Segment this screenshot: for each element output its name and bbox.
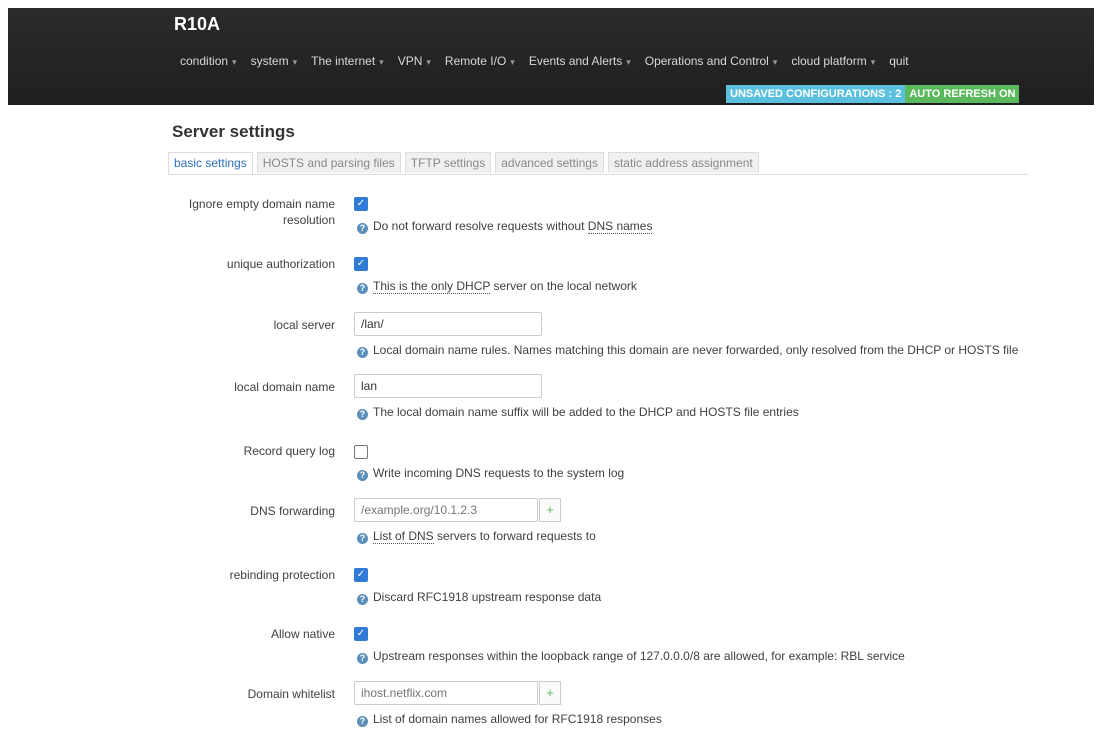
add-dns-forwarding-button[interactable]: + <box>539 498 561 522</box>
field-help: ? Local domain name rules. Names matching… <box>357 342 1018 358</box>
caret-down-icon: ▾ <box>772 57 778 67</box>
caret-down-icon: ▾ <box>626 57 631 67</box>
field-label: DNS forwarding <box>250 504 335 518</box>
app-brand[interactable]: R10A <box>174 14 220 35</box>
menu-vpn[interactable]: VPN ▾ <box>398 54 431 76</box>
unique-auth-checkbox[interactable]: ✓ <box>354 257 368 271</box>
menu-condition[interactable]: condition ▾ <box>180 54 237 76</box>
help-text: Do not forward resolve requests without <box>373 219 588 233</box>
settings-tabs: basic settings HOSTS and parsing files T… <box>168 152 1028 175</box>
dns-forwarding-wrap: + <box>354 498 561 522</box>
unique-auth-checkbox-wrap: ✓ <box>354 257 368 271</box>
caret-down-icon: ▾ <box>292 57 298 67</box>
field-label: Record query log <box>243 444 335 458</box>
field-help: ? Write incoming DNS requests to the syst… <box>357 465 624 481</box>
allow-native-checkbox[interactable]: ✓ <box>354 627 368 641</box>
ignore-empty-checkbox[interactable]: ✓ <box>354 197 368 211</box>
local-server-input[interactable] <box>354 312 542 336</box>
main-menu: condition ▾ system ▾ The internet ▾ VPN ▾ Re… <box>180 54 923 76</box>
field-help: ? Do not forward resolve requests without… <box>357 218 653 234</box>
dns-forwarding-input[interactable] <box>354 498 538 522</box>
field-help: ? List of domain names allowed for RFC191… <box>357 711 662 727</box>
help-text: Discard RFC1918 upstream response data <box>373 590 602 604</box>
help-icon: ? <box>357 283 368 294</box>
tab-basic-settings[interactable]: basic settings <box>168 152 253 174</box>
field-label: Domain whitelist <box>247 687 335 701</box>
field-label-line: resolution <box>282 213 335 227</box>
help-icon: ? <box>357 653 368 664</box>
caret-down-icon: ▾ <box>232 57 237 67</box>
menu-label: Events and Alerts <box>528 54 623 68</box>
unsaved-configurations-badge[interactable]: UNSAVED CONFIGURATIONS : 2 <box>726 85 906 103</box>
field-label: local domain name <box>234 380 335 394</box>
tab-static-address[interactable]: static address assignment <box>607 152 759 173</box>
help-abbr: DNS names <box>587 219 653 234</box>
allow-native-checkbox-wrap: ✓ <box>354 627 368 641</box>
help-abbr: List of DNS <box>373 529 434 544</box>
tab-tftp-settings[interactable]: TFTP settings <box>404 152 492 173</box>
caret-down-icon: ▾ <box>426 57 431 67</box>
help-text: servers to forward requests to <box>433 529 596 543</box>
help-text: Write incoming DNS requests to the syste… <box>373 466 625 480</box>
field-label-line: Ignore empty domain name <box>188 197 335 211</box>
field-label: local server <box>273 318 335 332</box>
field-label: Ignore empty domain name resolution <box>189 196 335 228</box>
menu-remote-io[interactable]: Remote I/O ▾ <box>445 54 515 76</box>
auto-refresh-badge[interactable]: AUTO REFRESH ON <box>905 85 1020 103</box>
local-domain-wrap <box>354 374 542 398</box>
help-icon: ? <box>357 409 368 420</box>
caret-down-icon: ▾ <box>870 57 876 67</box>
menu-operations-control[interactable]: Operations and Control ▾ <box>645 54 778 76</box>
help-text: Local domain name rules. Names matching … <box>373 343 1019 357</box>
field-label: unique authorization <box>226 257 335 271</box>
ignore-empty-checkbox-wrap: ✓ <box>354 197 368 211</box>
domain-whitelist-input[interactable] <box>354 681 538 705</box>
query-log-checkbox-wrap <box>354 445 368 459</box>
help-abbr: This is the only DHCP <box>373 279 491 294</box>
help-icon: ? <box>357 347 368 358</box>
help-icon: ? <box>357 594 368 605</box>
field-help: ? This is the only DHCP server on the loc… <box>357 278 637 294</box>
caret-down-icon: ▾ <box>379 57 384 67</box>
field-label: Allow native <box>270 627 335 641</box>
field-help: ? Upstream responses within the loopback … <box>357 648 905 664</box>
status-badges: UNSAVED CONFIGURATIONS : 2 AUTO REFRESH … <box>726 85 1020 103</box>
help-icon: ? <box>357 223 368 234</box>
menu-label: Remote I/O <box>444 54 507 68</box>
rebind-checkbox-wrap: ✓ <box>354 568 368 582</box>
caret-down-icon: ▾ <box>510 57 515 67</box>
menu-label: quit <box>889 54 909 68</box>
menu-cloud-platform[interactable]: cloud platform ▾ <box>791 54 875 76</box>
menu-quit[interactable]: quit <box>889 54 908 76</box>
query-log-checkbox[interactable] <box>354 445 368 459</box>
menu-label: cloud platform <box>791 54 867 68</box>
menu-label: system <box>250 54 289 68</box>
section-title: Server settings <box>172 122 295 141</box>
domain-whitelist-wrap: + <box>354 681 561 705</box>
menu-events-alerts[interactable]: Events and Alerts ▾ <box>529 54 631 76</box>
help-text: Upstream responses within the loopback r… <box>373 649 905 663</box>
field-help: ? List of DNS servers to forward requests… <box>357 528 596 544</box>
help-icon: ? <box>357 470 368 481</box>
menu-internet[interactable]: The internet ▾ <box>311 54 384 76</box>
local-domain-input[interactable] <box>354 374 542 398</box>
tab-advanced-settings[interactable]: advanced settings <box>495 152 604 173</box>
menu-label: Operations and Control <box>644 54 769 68</box>
help-text: The local domain name suffix will be add… <box>373 405 799 419</box>
menu-label: condition <box>180 54 229 68</box>
field-label: rebinding protection <box>229 568 335 582</box>
rebind-checkbox[interactable]: ✓ <box>354 568 368 582</box>
local-server-wrap <box>354 312 542 336</box>
menu-label: The internet <box>311 54 376 68</box>
help-icon: ? <box>357 716 368 727</box>
add-domain-whitelist-button[interactable]: + <box>539 681 561 705</box>
menu-label: VPN <box>397 54 423 68</box>
help-text: server on the local network <box>490 279 637 293</box>
tab-hosts-parsing[interactable]: HOSTS and parsing files <box>256 152 401 173</box>
field-help: ? Discard RFC1918 upstream response data <box>357 589 601 605</box>
field-help: ? The local domain name suffix will be ad… <box>357 404 799 420</box>
help-text: List of domain names allowed for RFC1918… <box>373 712 662 726</box>
menu-system[interactable]: system ▾ <box>251 54 298 76</box>
help-icon: ? <box>357 533 368 544</box>
